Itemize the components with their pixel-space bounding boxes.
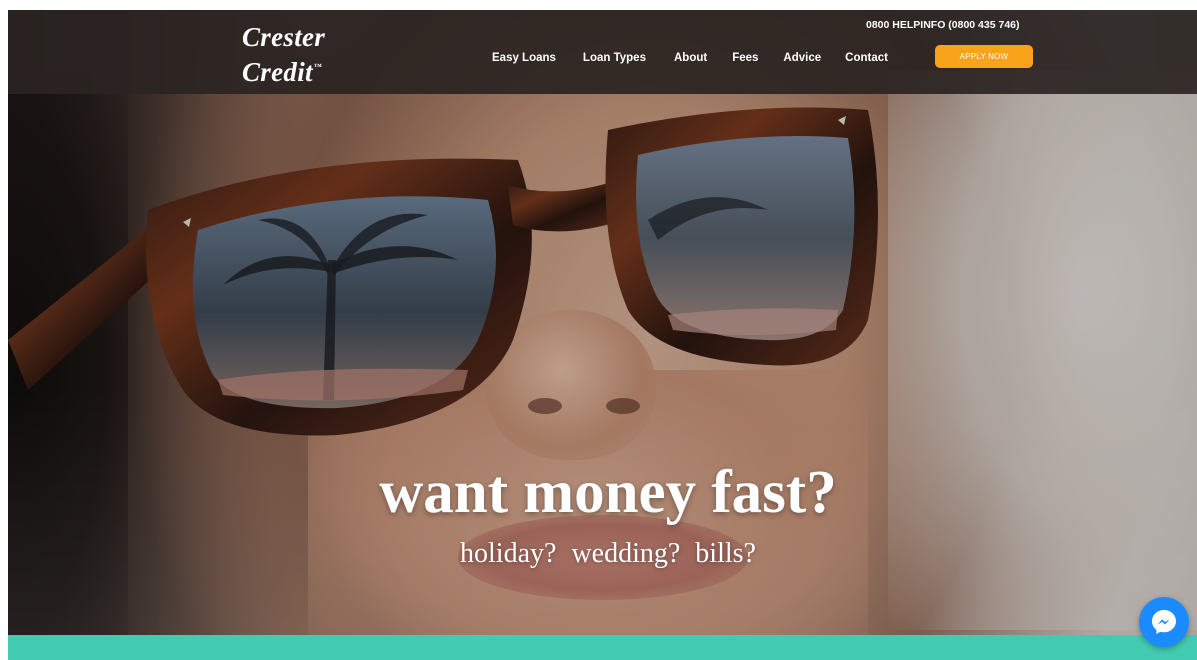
brand-logo-line1: Crester — [242, 22, 326, 52]
nav-item-fees[interactable]: Fees — [732, 52, 758, 64]
apply-now-button[interactable]: APPLY NOW — [935, 45, 1033, 68]
page: Crester Credit™ 0800 HELPINFO (0800 435 … — [8, 10, 1197, 660]
nav-item-about[interactable]: About — [674, 52, 707, 64]
helpline-phone[interactable]: 0800 HELPINFO (0800 435 746) — [866, 19, 1020, 31]
brand-logo[interactable]: Crester Credit™ — [242, 22, 325, 87]
messenger-icon — [1152, 610, 1176, 634]
main-nav: Easy Loans Loan Types About Fees Advice … — [492, 52, 888, 64]
brand-logo-word: Credit — [242, 57, 313, 87]
trademark-mark: ™ — [313, 62, 323, 71]
hero-headline: want money fast? — [379, 459, 837, 526]
nav-item-loan-types[interactable]: Loan Types — [583, 52, 646, 64]
nav-item-advice[interactable]: Advice — [783, 52, 821, 64]
site-header: Crester Credit™ 0800 HELPINFO (0800 435 … — [8, 10, 1197, 94]
brand-logo-line2: Credit™ — [242, 52, 325, 87]
hero-subline: holiday? wedding? bills? — [460, 538, 756, 569]
nav-item-contact[interactable]: Contact — [845, 52, 888, 64]
nav-item-easy-loans[interactable]: Easy Loans — [492, 52, 556, 64]
teal-section-band — [8, 635, 1197, 660]
messenger-chat-button[interactable] — [1139, 597, 1189, 647]
